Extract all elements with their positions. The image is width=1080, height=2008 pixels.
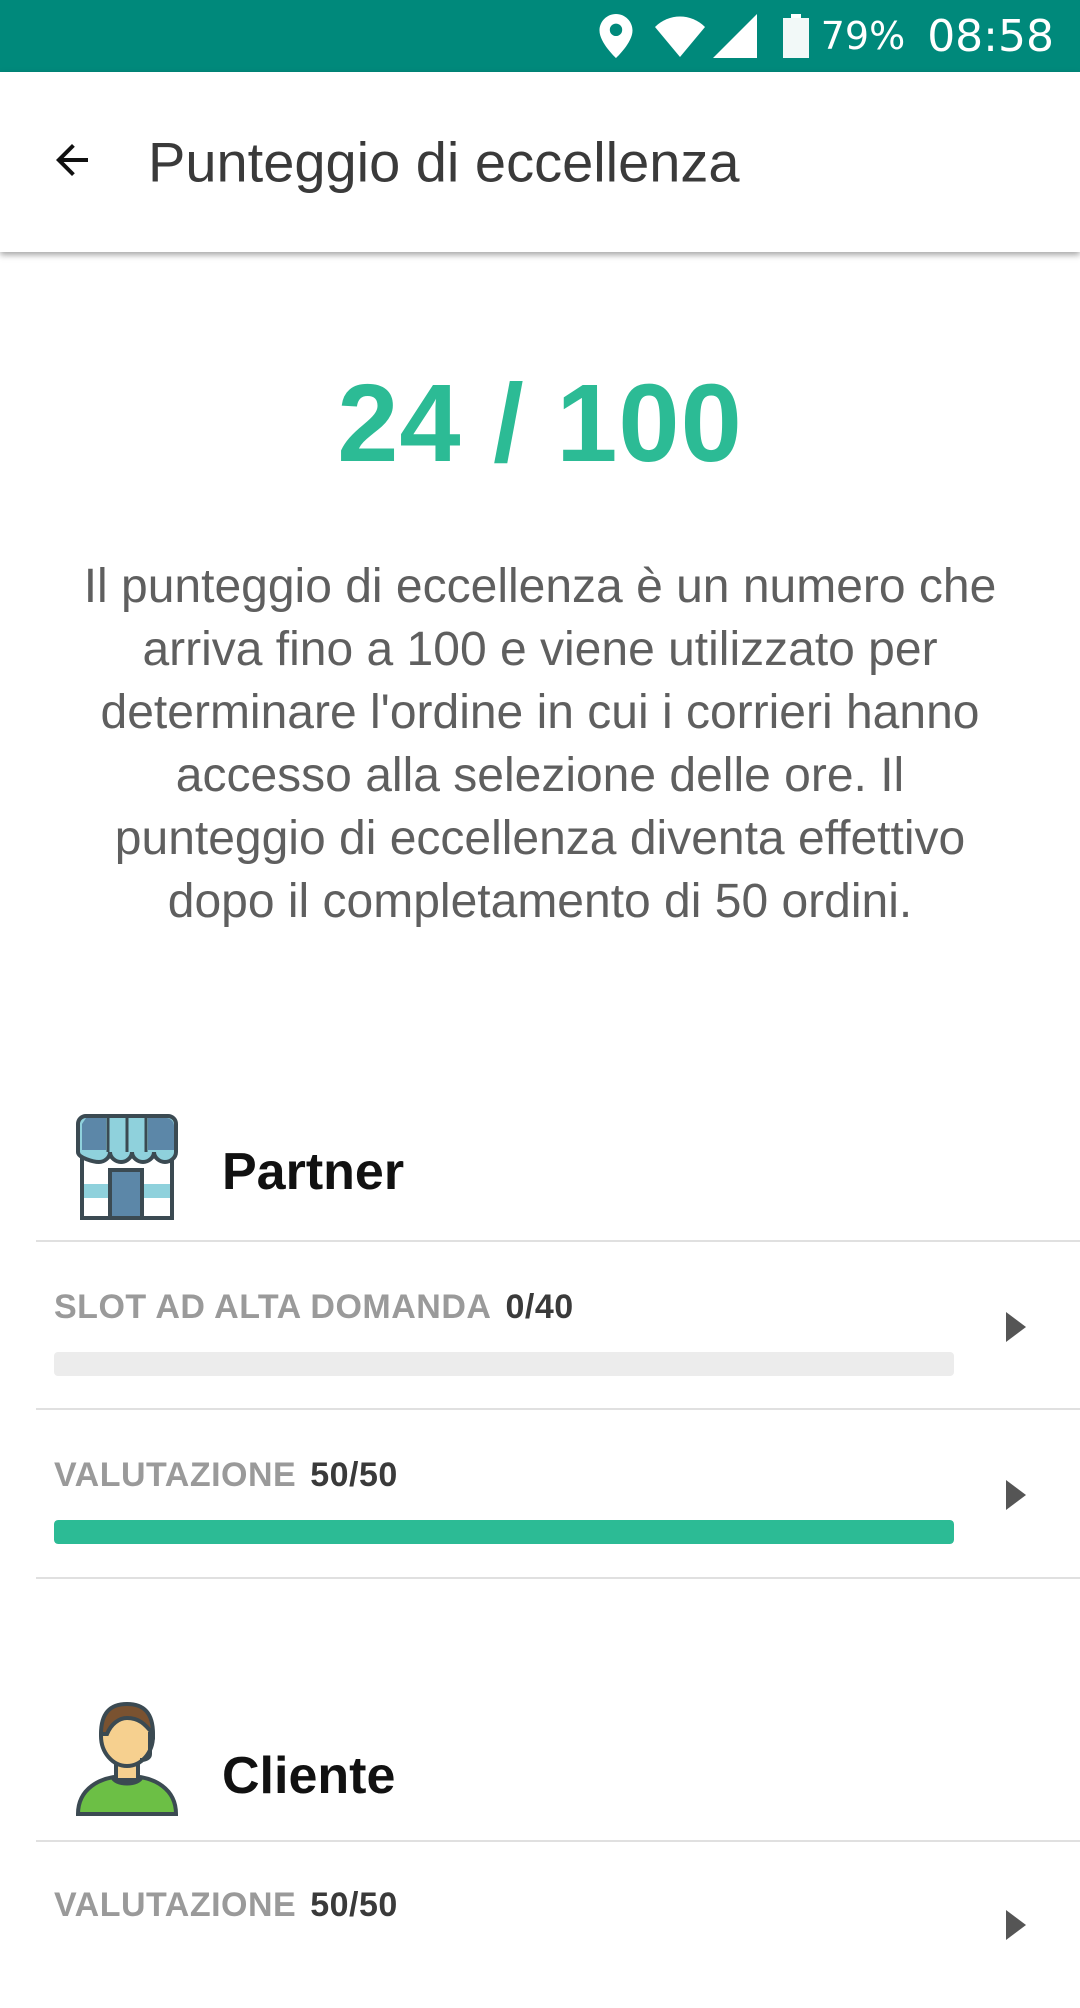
- clock: 08:58: [927, 10, 1054, 62]
- battery-percent: 79%: [820, 14, 906, 58]
- page-title: Punteggio di eccellenza: [148, 130, 740, 194]
- chevron-right-icon: [1004, 1478, 1028, 1512]
- battery-icon: [782, 14, 809, 58]
- metric-row-rating-partner[interactable]: VALUTAZIONE 50/50: [0, 1410, 1080, 1576]
- metric-value: 50/50: [310, 1886, 398, 1924]
- metric-row-high-demand-slots[interactable]: SLOT AD ALTA DOMANDA 0/40: [0, 1242, 1080, 1408]
- arrow-back-icon: [48, 136, 96, 189]
- metric-label-text: VALUTAZIONE: [54, 1886, 297, 1924]
- chevron-right-icon: [1004, 1310, 1028, 1344]
- progress-bar: [54, 1352, 954, 1376]
- chevron-right-icon: [1004, 1908, 1028, 1942]
- customer-avatar-icon: [72, 1692, 182, 1816]
- metric-row-rating-customer[interactable]: VALUTAZIONE 50/50: [0, 1842, 1080, 2008]
- progress-bar: [54, 1520, 954, 1544]
- section-partner-header: Partner: [0, 1112, 1080, 1232]
- metric-label: VALUTAZIONE 50/50: [54, 1886, 398, 1925]
- metric-label-text: SLOT AD ALTA DOMANDA: [54, 1288, 492, 1326]
- metric-label: VALUTAZIONE 50/50: [54, 1456, 398, 1495]
- back-button[interactable]: [36, 126, 108, 198]
- storefront-icon: [72, 1112, 182, 1222]
- section-cliente-header: Cliente: [0, 1692, 1080, 1816]
- app-bar: Punteggio di eccellenza: [0, 72, 1080, 252]
- excellence-score: 24 / 100: [337, 362, 743, 485]
- metric-value: 0/40: [505, 1288, 574, 1326]
- divider: [36, 1577, 1080, 1579]
- progress-fill: [54, 1520, 954, 1544]
- metric-label-text: VALUTAZIONE: [54, 1456, 297, 1494]
- section-title: Partner: [222, 1143, 405, 1201]
- cell-signal-icon: [712, 14, 757, 58]
- score-description: Il punteggio di eccellenza è un numero c…: [83, 560, 997, 928]
- section-title: Cliente: [222, 1747, 396, 1805]
- metric-label: SLOT AD ALTA DOMANDA 0/40: [54, 1288, 574, 1327]
- status-bar: 79% 08:58: [0, 0, 1080, 72]
- wifi-icon: [654, 15, 705, 57]
- location-icon: [599, 14, 633, 58]
- metric-value: 50/50: [310, 1456, 398, 1494]
